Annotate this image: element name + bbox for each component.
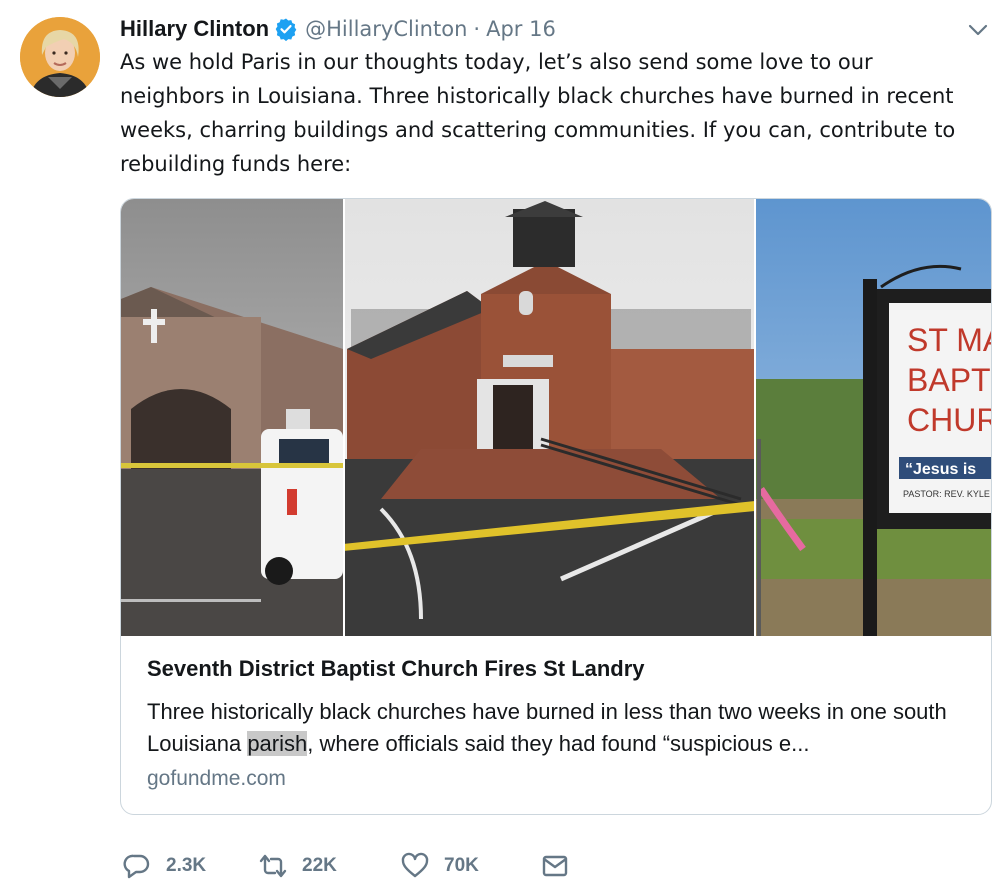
tweet-header: Hillary Clinton @HillaryClinton · Apr 16 bbox=[120, 11, 556, 47]
reply-button[interactable]: 2.3K bbox=[122, 851, 206, 881]
card-desc-highlight: parish bbox=[247, 731, 308, 756]
author-handle[interactable]: @HillaryClinton bbox=[305, 17, 467, 41]
avatar[interactable] bbox=[20, 17, 100, 97]
retweet-count: 22K bbox=[302, 855, 337, 876]
retweet-icon bbox=[259, 854, 287, 878]
link-card[interactable]: ST MA BAPT CHUR “Jesus is PASTOR: REV. K… bbox=[120, 198, 992, 815]
tweet-text: As we hold Paris in our thoughts today, … bbox=[120, 50, 956, 176]
avatar-portrait bbox=[20, 17, 100, 97]
heart-icon bbox=[401, 852, 429, 878]
chevron-down-icon[interactable] bbox=[967, 22, 989, 38]
envelope-icon bbox=[542, 855, 568, 877]
sign-line-3: CHUR bbox=[907, 402, 992, 438]
sign-motto: “Jesus is bbox=[905, 461, 976, 478]
reply-icon bbox=[123, 854, 150, 879]
card-description: Three historically black churches have b… bbox=[147, 696, 977, 760]
card-image: ST MA BAPT CHUR “Jesus is PASTOR: REV. K… bbox=[121, 199, 992, 636]
header-separator: · bbox=[473, 17, 481, 41]
reply-count: 2.3K bbox=[166, 855, 207, 876]
verified-badge-icon bbox=[274, 17, 298, 42]
author-name[interactable]: Hillary Clinton bbox=[120, 16, 269, 42]
card-title[interactable]: Seventh District Baptist Church Fires St… bbox=[147, 656, 977, 682]
card-domain[interactable]: gofundme.com bbox=[147, 767, 286, 791]
sign-line-2: BAPT bbox=[907, 362, 991, 398]
like-count: 70K bbox=[444, 855, 479, 876]
sign-pastor: PASTOR: REV. KYLE T. bbox=[903, 489, 992, 499]
sign-line-1: ST MA bbox=[907, 322, 992, 358]
card-desc-text-2: , where officials said they had found “s… bbox=[307, 731, 810, 756]
retweet-button[interactable]: 22K bbox=[258, 851, 337, 881]
like-button[interactable]: 70K bbox=[400, 851, 479, 881]
tweet-date[interactable]: Apr 16 bbox=[486, 17, 556, 41]
direct-message-button[interactable] bbox=[540, 851, 570, 881]
